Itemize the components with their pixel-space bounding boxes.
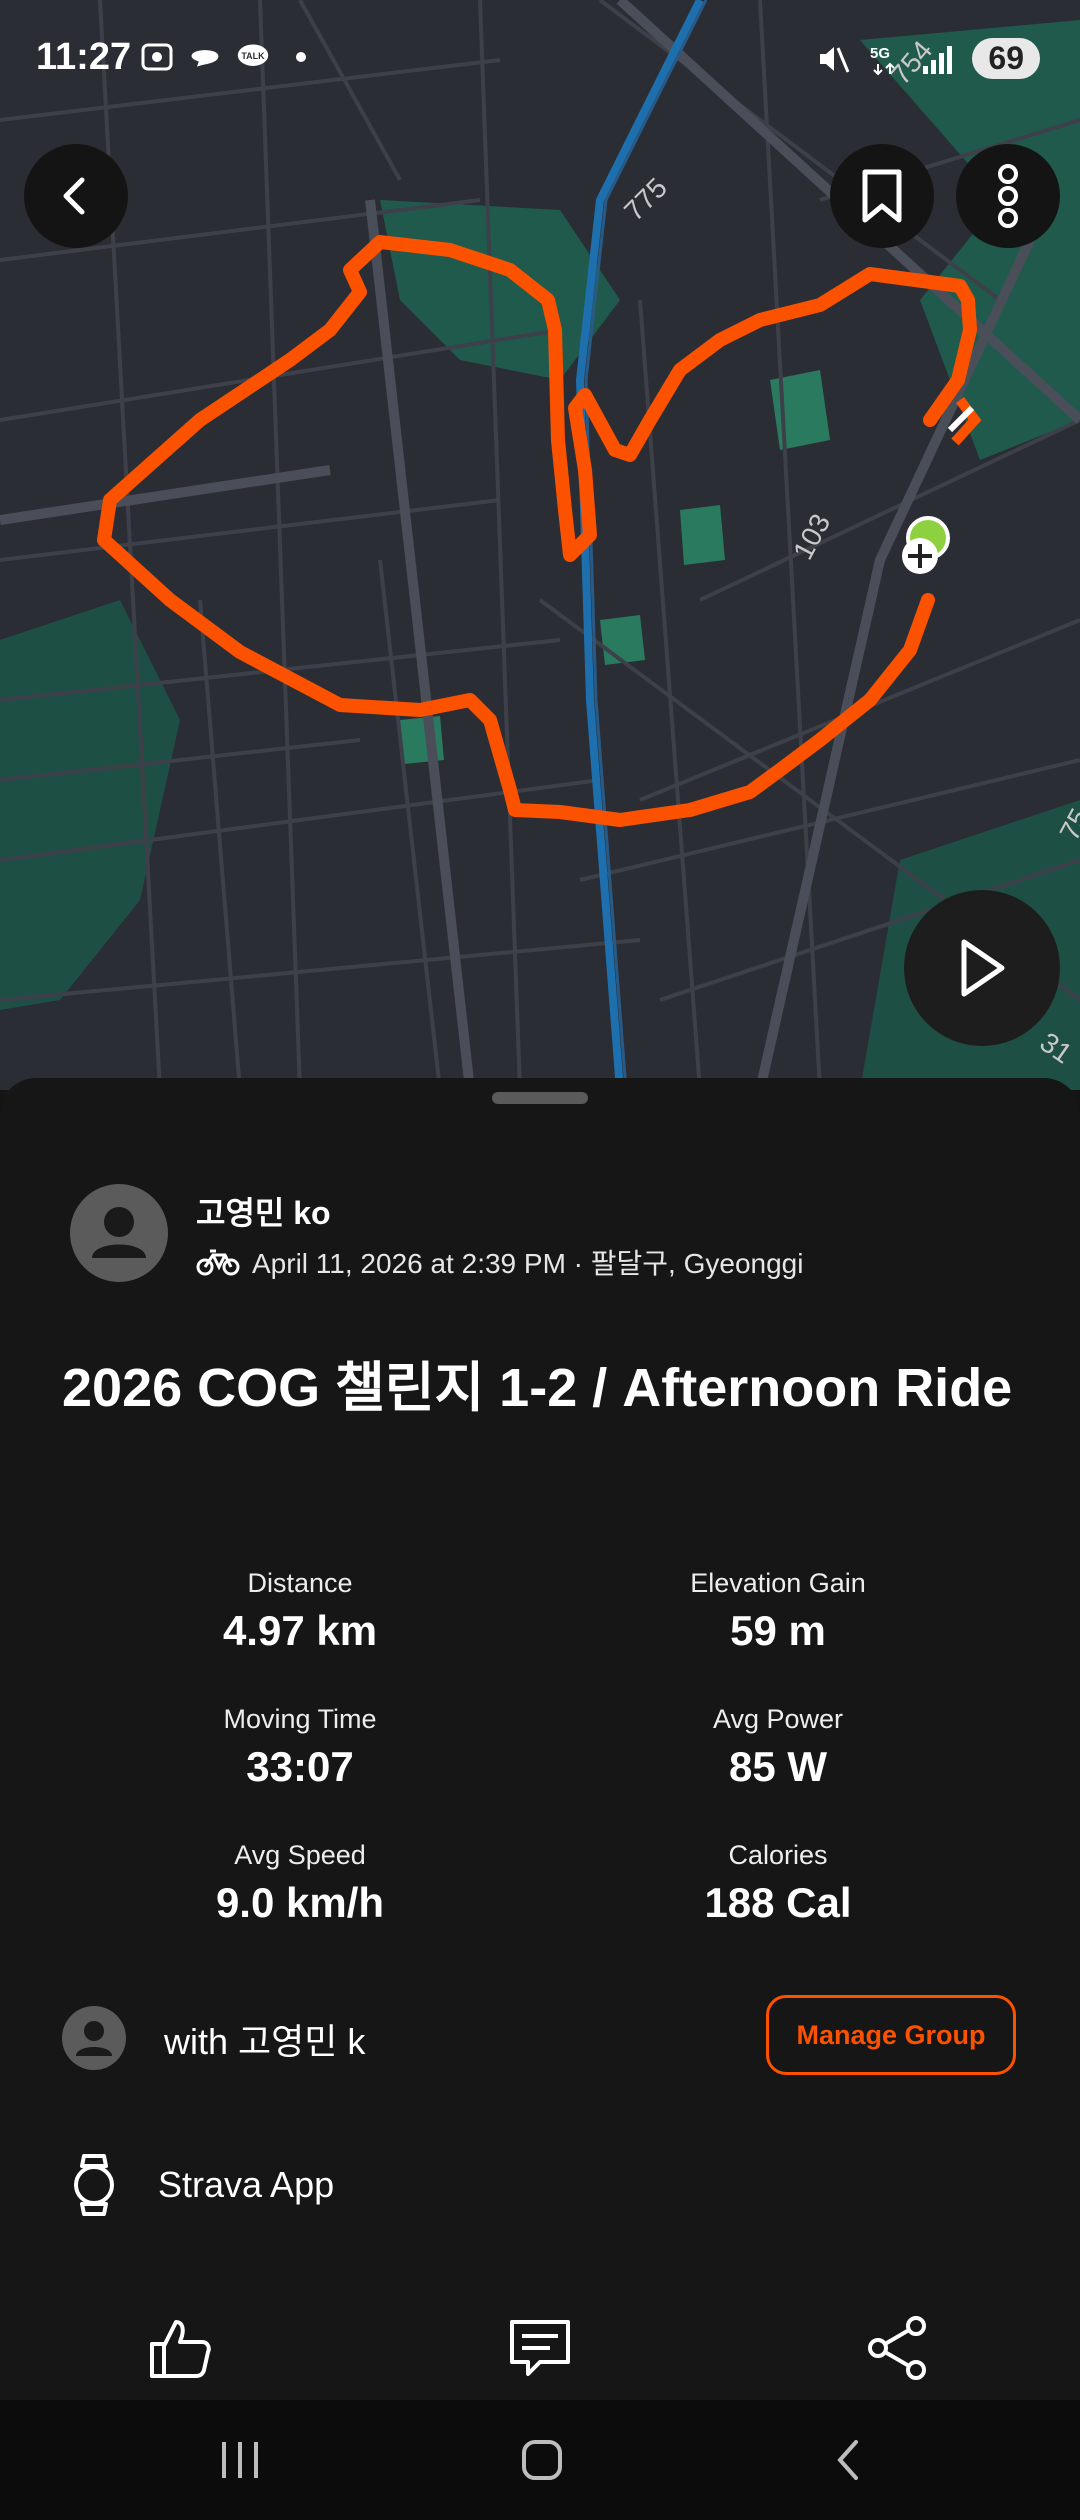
more-options-button[interactable] xyxy=(956,144,1060,248)
thumbs-up-icon xyxy=(150,2320,211,2378)
talk-icon: TALK xyxy=(236,40,270,74)
stat-elevation-gain: Elevation Gain 59 m xyxy=(568,1568,988,1655)
stat-avg-speed: Avg Speed 9.0 km/h xyxy=(90,1840,510,1927)
stat-label: Calories xyxy=(728,1840,828,1870)
kudos-button[interactable] xyxy=(140,2308,220,2388)
activity-meta: April 11, 2026 at 2:39 PM · 팔달구, Gyeongg… xyxy=(196,1242,803,1282)
stat-value: 4.97 km xyxy=(222,1607,378,1654)
stat-calories: Calories 188 Cal xyxy=(568,1840,988,1927)
comment-button[interactable] xyxy=(500,2308,580,2388)
bookmark-icon xyxy=(862,169,902,223)
stat-moving-time: Moving Time 33:07 xyxy=(90,1704,510,1791)
status-time: 11:27 xyxy=(36,36,132,78)
recents-icon[interactable] xyxy=(218,2440,264,2480)
mute-icon xyxy=(816,42,850,76)
play-icon xyxy=(961,939,1005,997)
drag-handle[interactable] xyxy=(492,1092,588,1104)
home-icon[interactable] xyxy=(520,2438,564,2482)
screenshot-icon xyxy=(140,40,174,74)
stat-value: 85 W xyxy=(728,1743,828,1790)
action-bar xyxy=(0,2288,1080,2398)
activity-title[interactable]: 2026 COG 챌린지 1-2 / Afternoon Ride xyxy=(62,1348,1022,1428)
stat-value: 9.0 km/h xyxy=(215,1879,385,1926)
stat-distance: Distance 4.97 km xyxy=(90,1568,510,1655)
route-map[interactable]: 775 103 75 31 754 11:27 TALK 5G 69 xyxy=(0,0,1080,1090)
system-nav-bar xyxy=(0,2400,1080,2520)
stat-value: 59 m xyxy=(730,1607,826,1654)
activity-date-location: April 11, 2026 at 2:39 PM · 팔달구, Gyeongg… xyxy=(252,1248,804,1279)
battery-indicator: 69 xyxy=(972,38,1040,79)
chevron-left-icon xyxy=(63,177,85,215)
group-with-text[interactable]: with 고영민 k xyxy=(164,2013,365,2065)
share-button[interactable] xyxy=(858,2308,938,2388)
svg-text:5G: 5G xyxy=(870,45,890,62)
stat-label: Avg Power xyxy=(712,1704,844,1734)
stat-label: Moving Time xyxy=(223,1704,377,1734)
manage-group-button[interactable]: Manage Group xyxy=(766,1995,1016,2075)
athlete-avatar[interactable] xyxy=(70,1184,168,1282)
bookmark-button[interactable] xyxy=(830,144,934,248)
watch-icon xyxy=(74,2154,114,2216)
person-icon xyxy=(76,2021,112,2056)
stat-avg-power: Avg Power 85 W xyxy=(568,1704,988,1791)
activity-sheet: 고영민 ko April 11, 2026 at 2:39 PM · 팔달구, … xyxy=(0,1078,1080,2400)
chat-bubble-icon xyxy=(188,40,222,74)
5g-icon: 5G xyxy=(868,42,902,76)
stat-label: Elevation Gain xyxy=(690,1568,866,1598)
comment-icon xyxy=(510,2320,570,2376)
more-vertical-icon xyxy=(998,164,1018,228)
athlete-name[interactable]: 고영민 ko xyxy=(196,1188,331,1234)
svg-text:TALK: TALK xyxy=(241,51,265,61)
person-icon xyxy=(92,1207,146,1258)
stat-value: 188 Cal xyxy=(704,1879,852,1926)
stat-label: Avg Speed xyxy=(234,1840,366,1870)
stat-value: 33:07 xyxy=(246,1743,354,1790)
stat-label: Distance xyxy=(247,1568,353,1598)
share-icon xyxy=(868,2316,926,2380)
status-bar: 11:27 TALK 5G 69 xyxy=(0,0,1080,120)
signal-icon xyxy=(920,42,954,76)
group-member-avatar[interactable] xyxy=(62,2006,126,2070)
device-name: Strava App xyxy=(158,2164,335,2205)
bike-icon xyxy=(196,1249,240,1276)
play-flyover-button[interactable] xyxy=(904,890,1060,1046)
back-nav-icon[interactable] xyxy=(828,2438,868,2482)
back-button[interactable] xyxy=(24,144,128,248)
dot-icon xyxy=(284,40,318,74)
